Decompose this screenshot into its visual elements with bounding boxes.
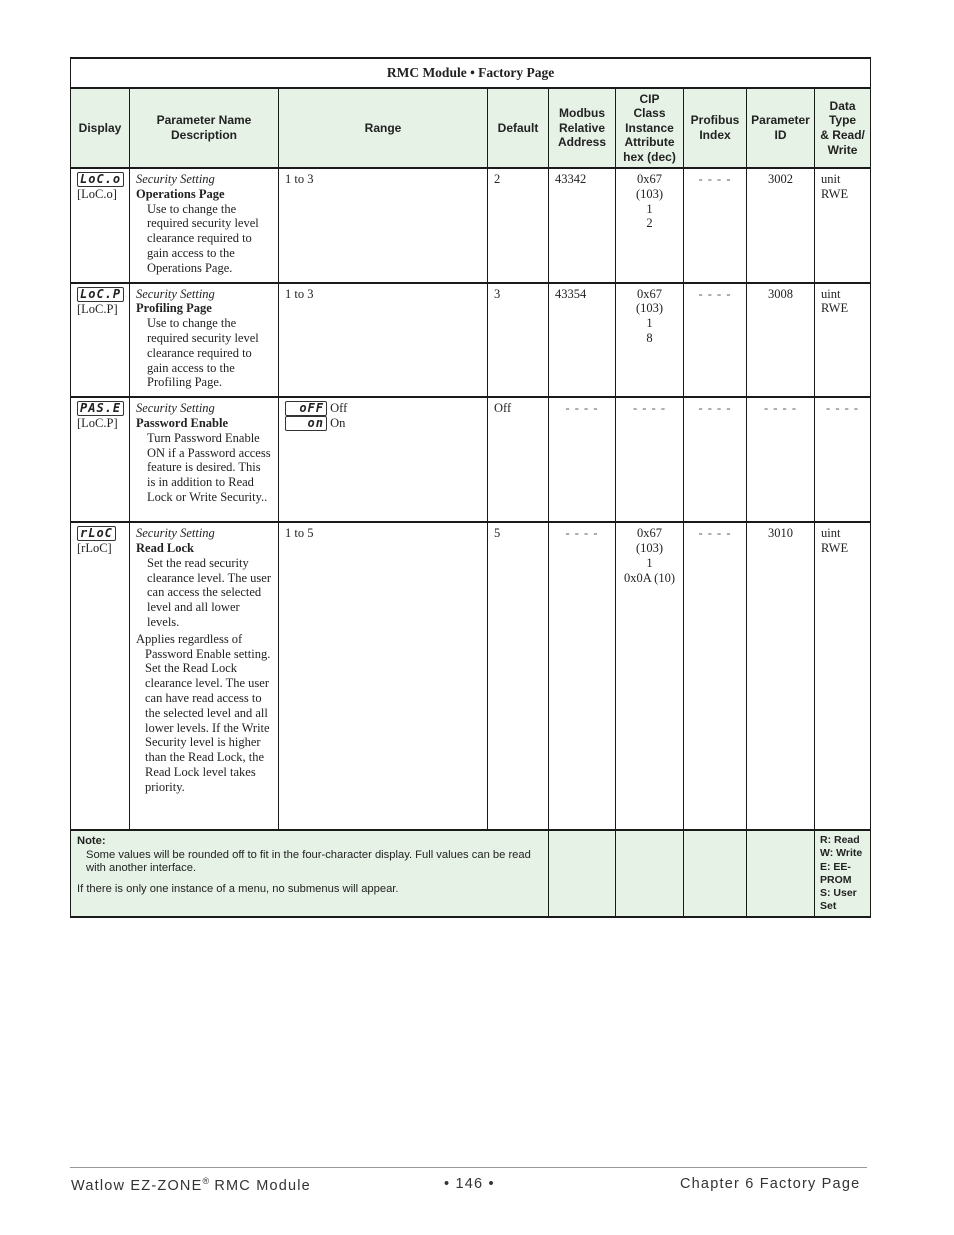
profibus-cell: - - - - bbox=[683, 396, 747, 524]
footer-page-number: • 146 • bbox=[444, 1176, 495, 1192]
category: Security Setting bbox=[136, 401, 215, 416]
factory-page-table: RMC Module • Factory Page Display Parame… bbox=[69, 57, 872, 919]
parameter-name: Profiling Page bbox=[136, 301, 212, 316]
note-cell: Note: Some values will be rounded off to… bbox=[70, 829, 549, 919]
modbus-cell: - - - - bbox=[548, 396, 616, 524]
param-id-cell: - - - - bbox=[746, 396, 815, 524]
note-empty-cell bbox=[615, 829, 684, 919]
note-empty-cell bbox=[746, 829, 815, 919]
data-type-cell: unit RWE bbox=[813, 167, 872, 284]
note-text: Some values will be rounded off to fit i… bbox=[86, 848, 531, 875]
cip-cell: 0x67 (103) 1 2 bbox=[615, 167, 684, 284]
table-title: RMC Module • Factory Page bbox=[69, 57, 872, 89]
category: Security Setting bbox=[136, 172, 215, 186]
display-label: [LoC.o] bbox=[77, 187, 117, 201]
description-extra: Applies regardless of Password Enable se… bbox=[136, 631, 271, 794]
col-data-type: Data Type & Read/Write bbox=[813, 87, 872, 169]
col-default: Default bbox=[487, 87, 549, 169]
default-cell: Off bbox=[487, 396, 549, 524]
name-cell: Security Setting Operations Page Use to … bbox=[129, 167, 279, 284]
note-text: If there is only one instance of a menu,… bbox=[77, 882, 399, 895]
display-label: [rLoC] bbox=[77, 541, 112, 556]
data-type-cell: uint RWE bbox=[813, 521, 872, 832]
table-row: rLoC [rLoC] Security Setting Read Lock S… bbox=[70, 521, 872, 832]
param-id-cell: 3002 bbox=[746, 167, 815, 284]
table-row: PAS.E [LoC.P] Security Setting Password … bbox=[70, 396, 872, 524]
seven-segment-display-icon: LoC.o bbox=[77, 172, 125, 187]
range-cell: 1 to 5 bbox=[278, 521, 488, 832]
name-cell: Security Setting Password Enable Turn Pa… bbox=[129, 396, 279, 524]
parameter-name: Operations Page bbox=[136, 186, 225, 201]
range-cell: 1 to 3 bbox=[278, 167, 488, 284]
category: Security Setting bbox=[136, 286, 215, 301]
range-option: on On bbox=[285, 416, 481, 432]
note-title: Note: bbox=[77, 835, 106, 848]
footer-product: Watlow EZ-ZONE® RMC Module bbox=[71, 1176, 311, 1194]
modbus-cell: - - - - bbox=[548, 521, 616, 832]
display-cell: rLoC [rLoC] bbox=[70, 521, 130, 832]
parameter-name: Password Enable bbox=[136, 415, 229, 430]
col-name: Parameter Name Description bbox=[129, 87, 279, 169]
description: Turn Password Enable ON if a Password ac… bbox=[147, 430, 271, 504]
col-modbus: Modbus Relative Address bbox=[548, 87, 616, 169]
footer-chapter: Chapter 6 Factory Page bbox=[680, 1176, 861, 1192]
modbus-cell: 43354 bbox=[548, 281, 616, 399]
seven-segment-display-icon: LoC.P bbox=[77, 286, 125, 302]
table-row: LoC.o [LoC.o] Security Setting Operation… bbox=[70, 167, 872, 284]
display-cell: LoC.P [LoC.P] bbox=[70, 281, 130, 399]
param-id-cell: 3010 bbox=[746, 521, 815, 832]
footer-divider bbox=[70, 1167, 867, 1168]
rwe-legend: R: Read W: Write E: EE-PROM S: User Set bbox=[813, 829, 872, 919]
col-cip: CIP Class Instance Attribute hex (dec) bbox=[615, 87, 684, 169]
profibus-cell: - - - - bbox=[683, 521, 747, 832]
table-row: LoC.P [LoC.P] Security Setting Profiling… bbox=[70, 281, 872, 399]
name-cell: Security Setting Read Lock Set the read … bbox=[129, 521, 279, 832]
header-row: Display Parameter Name Description Range … bbox=[70, 87, 872, 169]
display-label: [LoC.P] bbox=[77, 301, 118, 316]
note-empty-cell bbox=[683, 829, 747, 919]
range-cell: 1 to 3 bbox=[278, 281, 488, 399]
seven-segment-display-icon: PAS.E bbox=[77, 401, 125, 417]
note-empty-cell bbox=[548, 829, 616, 919]
profibus-cell: - - - - bbox=[683, 281, 747, 399]
cip-cell: - - - - bbox=[615, 396, 684, 524]
col-param-id: Parameter ID bbox=[746, 87, 815, 169]
note-row: Note: Some values will be rounded off to… bbox=[70, 829, 872, 919]
seven-segment-display-icon: on bbox=[285, 416, 327, 432]
default-cell: 3 bbox=[487, 281, 549, 399]
param-id-cell: 3008 bbox=[746, 281, 815, 399]
data-type-cell: uint RWE bbox=[813, 281, 872, 399]
category: Security Setting bbox=[136, 526, 215, 541]
range-cell: oFF Off on On bbox=[278, 396, 488, 524]
col-range: Range bbox=[278, 87, 488, 169]
range-option: oFF Off bbox=[285, 401, 481, 417]
description: Use to change the required security leve… bbox=[147, 316, 259, 390]
data-type-cell: - - - - bbox=[813, 396, 872, 524]
col-display: Display bbox=[70, 87, 130, 169]
display-label: [LoC.P] bbox=[77, 416, 118, 431]
description: Set the read security clearance level. T… bbox=[147, 555, 271, 629]
default-cell: 5 bbox=[487, 521, 549, 832]
default-cell: 2 bbox=[487, 167, 549, 284]
profibus-cell: - - - - bbox=[683, 167, 747, 284]
col-profibus: Profibus Index bbox=[683, 87, 747, 169]
seven-segment-display-icon: oFF bbox=[285, 401, 327, 417]
modbus-cell: 43342 bbox=[548, 167, 616, 284]
parameter-name: Read Lock bbox=[136, 540, 194, 555]
description: Use to change the required security leve… bbox=[147, 201, 259, 275]
display-cell: LoC.o [LoC.o] bbox=[70, 167, 130, 284]
cip-cell: 0x67 (103) 1 8 bbox=[615, 281, 684, 399]
seven-segment-display-icon: rLoC bbox=[77, 526, 116, 542]
name-cell: Security Setting Profiling Page Use to c… bbox=[129, 281, 279, 399]
display-cell: PAS.E [LoC.P] bbox=[70, 396, 130, 524]
cip-cell: 0x67 (103) 1 0x0A (10) bbox=[615, 521, 684, 832]
